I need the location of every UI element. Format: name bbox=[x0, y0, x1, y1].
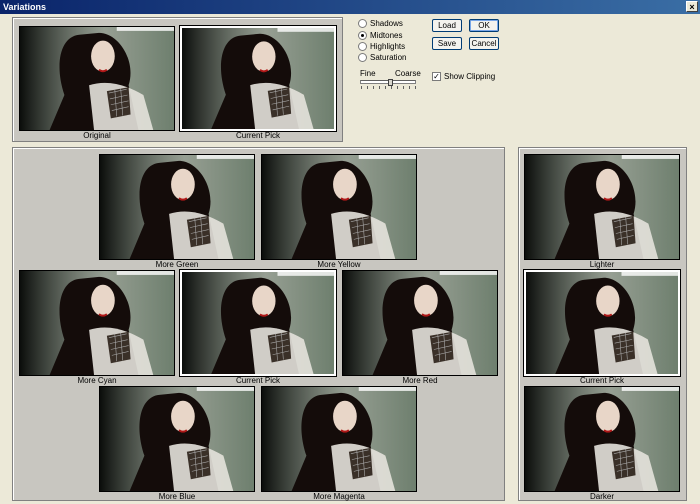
original-thumbnail[interactable]: Original bbox=[19, 26, 175, 140]
current-pick-preview[interactable]: Current Pick bbox=[179, 25, 337, 140]
radio-highlights[interactable]: Highlights bbox=[358, 41, 405, 52]
radio-saturation[interactable]: Saturation bbox=[358, 52, 406, 63]
lighter-caption: Lighter bbox=[589, 260, 615, 269]
slider-tick bbox=[379, 86, 380, 89]
more-cyan-thumbnail[interactable]: More Cyan bbox=[19, 270, 175, 386]
more-magenta-caption: More Magenta bbox=[313, 492, 365, 501]
more-green-thumbnail[interactable]: More Green bbox=[99, 154, 255, 270]
more-red-caption: More Red bbox=[402, 376, 438, 385]
more-blue-image bbox=[99, 386, 255, 492]
slider-coarse-label: Coarse bbox=[395, 69, 421, 78]
ok-button[interactable]: OK bbox=[469, 19, 499, 32]
more-yellow-caption: More Yellow bbox=[317, 260, 361, 269]
more-green-caption: More Green bbox=[155, 260, 199, 269]
radio-midtones-label: Midtones bbox=[370, 31, 403, 40]
slider-tick bbox=[415, 86, 416, 89]
more-red-image bbox=[342, 270, 498, 376]
slider-tick bbox=[409, 86, 410, 89]
show-clipping-checkbox[interactable]: ✓ bbox=[432, 72, 441, 81]
more-yellow-thumbnail[interactable]: More Yellow bbox=[261, 154, 417, 270]
current-pick-lightness-image bbox=[523, 269, 681, 377]
slider-tick bbox=[373, 86, 374, 89]
load-button[interactable]: Load bbox=[432, 19, 462, 32]
current-pick-preview-image bbox=[179, 25, 337, 132]
slider-tick bbox=[403, 86, 404, 89]
lighter-image bbox=[524, 154, 680, 260]
more-magenta-image bbox=[261, 386, 417, 492]
darker-thumbnail[interactable]: Darker bbox=[524, 386, 680, 502]
title-bar: Variations × bbox=[0, 0, 700, 14]
current-pick-lightness-thumbnail[interactable]: Current Pick bbox=[523, 269, 681, 386]
lighter-thumbnail[interactable]: Lighter bbox=[524, 154, 680, 270]
radio-saturation-label: Saturation bbox=[370, 53, 407, 62]
original-caption: Original bbox=[83, 131, 111, 140]
current-pick-lightness-caption: Current Pick bbox=[579, 376, 624, 385]
radio-shadows-label: Shadows bbox=[370, 19, 403, 28]
more-cyan-caption: More Cyan bbox=[77, 376, 117, 385]
current-pick-preview-caption: Current Pick bbox=[235, 131, 280, 140]
current-pick-color-image bbox=[179, 269, 337, 377]
radio-midtones[interactable]: Midtones bbox=[358, 30, 402, 41]
radio-shadows-indicator[interactable] bbox=[358, 19, 367, 29]
window-title: Variations bbox=[3, 2, 47, 12]
radio-shadows[interactable]: Shadows bbox=[358, 18, 403, 29]
slider-tick bbox=[391, 86, 392, 89]
current-pick-color-caption: Current Pick bbox=[235, 376, 280, 385]
more-blue-caption: More Blue bbox=[158, 492, 196, 501]
radio-saturation-indicator[interactable] bbox=[358, 53, 367, 63]
radio-highlights-label: Highlights bbox=[370, 42, 406, 51]
darker-caption: Darker bbox=[589, 492, 614, 501]
more-cyan-image bbox=[19, 270, 175, 376]
slider-tick bbox=[367, 86, 368, 89]
slider-tick bbox=[385, 86, 386, 89]
radio-highlights-indicator[interactable] bbox=[358, 42, 367, 52]
close-button[interactable]: × bbox=[686, 1, 698, 12]
slider-tick bbox=[361, 86, 362, 89]
cancel-button[interactable]: Cancel bbox=[469, 37, 499, 50]
radio-midtones-indicator[interactable] bbox=[358, 31, 367, 41]
more-yellow-image bbox=[261, 154, 417, 260]
more-red-thumbnail[interactable]: More Red bbox=[342, 270, 498, 386]
more-magenta-thumbnail[interactable]: More Magenta bbox=[261, 386, 417, 502]
darker-image bbox=[524, 386, 680, 492]
save-button[interactable]: Save bbox=[432, 37, 462, 50]
show-clipping-label: Show Clipping bbox=[444, 72, 496, 81]
slider-tick bbox=[397, 86, 398, 89]
current-pick-color-thumbnail[interactable]: Current Pick bbox=[179, 269, 337, 386]
more-green-image bbox=[99, 154, 255, 260]
slider-thumb[interactable] bbox=[388, 79, 393, 86]
original-image bbox=[19, 26, 175, 131]
slider-fine-label: Fine bbox=[360, 69, 376, 78]
more-blue-thumbnail[interactable]: More Blue bbox=[99, 386, 255, 502]
